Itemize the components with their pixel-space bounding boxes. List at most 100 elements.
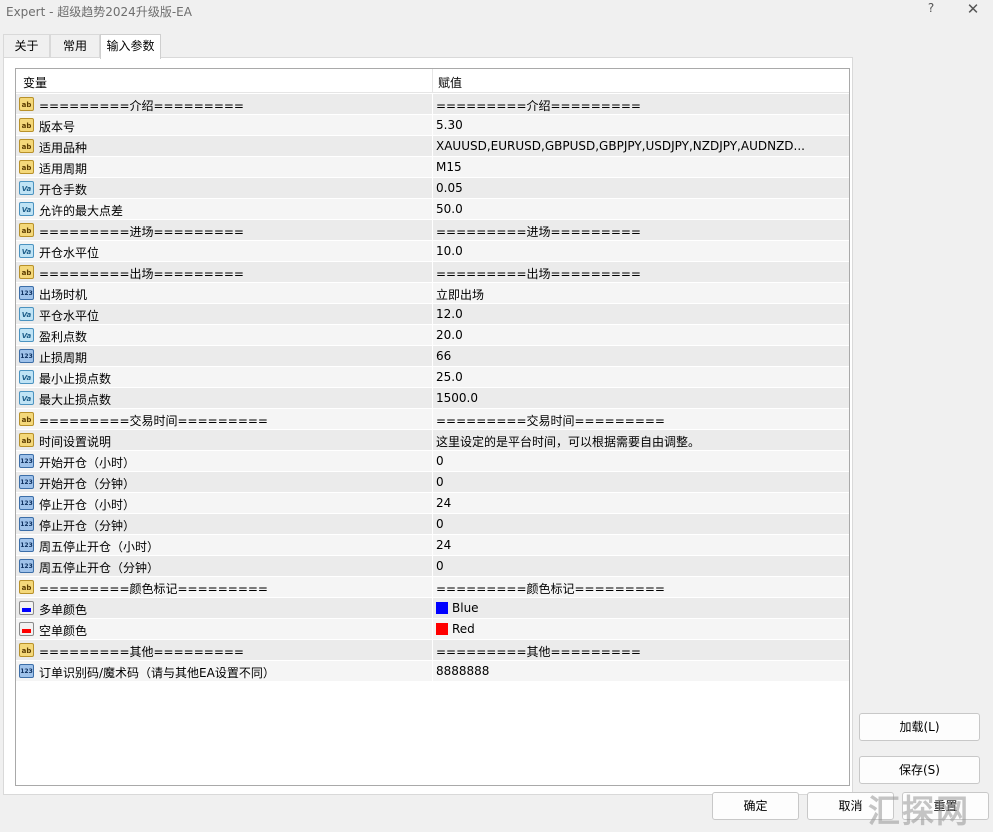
param-name: 出场时机	[39, 288, 88, 302]
table-row[interactable]: Va 最小止损点数 25.0	[16, 367, 849, 388]
column-divider	[432, 94, 433, 115]
column-divider	[432, 640, 433, 661]
param-value[interactable]: 20.0	[436, 328, 463, 342]
param-name: 周五停止开仓（分钟）	[39, 561, 160, 575]
param-value[interactable]: 25.0	[436, 370, 463, 384]
header-variable[interactable]: 变量	[23, 74, 47, 91]
color-value-text: Red	[452, 622, 475, 636]
integer-param-icon: 123	[19, 496, 34, 510]
table-row[interactable]: Va 允许的最大点差 50.0	[16, 199, 849, 220]
load-button[interactable]: 加载(L)	[859, 713, 980, 741]
param-name: 最小止损点数	[39, 372, 112, 386]
table-row[interactable]: 123 订单识别码/魔术码（请与其他EA设置不同） 8888888	[16, 661, 849, 682]
param-name: =========进场=========	[39, 225, 244, 239]
param-value[interactable]: 24	[436, 538, 451, 552]
param-value[interactable]: 立即出场	[436, 286, 484, 303]
double-param-icon: Va	[19, 181, 34, 195]
param-value[interactable]: 5.30	[436, 118, 463, 132]
table-row[interactable]: ab 适用周期 M15	[16, 157, 849, 178]
param-name: 平仓水平位	[39, 309, 100, 323]
param-value[interactable]: 0.05	[436, 181, 463, 195]
param-value[interactable]: 1500.0	[436, 391, 478, 405]
ok-button[interactable]: 确定	[712, 792, 799, 820]
param-value[interactable]: Blue	[436, 601, 479, 615]
table-row[interactable]: 123 停止开仓（小时） 24	[16, 493, 849, 514]
param-value[interactable]: =========出场=========	[436, 265, 641, 282]
table-row[interactable]: Va 平仓水平位 12.0	[16, 304, 849, 325]
param-name: =========其他=========	[39, 645, 244, 659]
param-name: 止损周期	[39, 351, 88, 365]
column-divider	[432, 178, 433, 199]
param-name: 停止开仓（小时）	[39, 498, 136, 512]
table-row[interactable]: 123 周五停止开仓（分钟） 0	[16, 556, 849, 577]
close-button[interactable]: ✕	[962, 0, 984, 20]
param-name: 适用周期	[39, 162, 88, 176]
table-row[interactable]: Va 开仓水平位 10.0	[16, 241, 849, 262]
table-row[interactable]: Va 最大止损点数 1500.0	[16, 388, 849, 409]
watermark-logo: 汇探网	[868, 792, 971, 830]
table-row[interactable]: ab =========出场========= =========出场=======…	[16, 262, 849, 283]
param-name: 时间设置说明	[39, 435, 112, 449]
param-value[interactable]: Red	[436, 622, 475, 636]
table-row[interactable]: 123 开始开仓（小时） 0	[16, 451, 849, 472]
param-value[interactable]: 24	[436, 496, 451, 510]
param-name: 开始开仓（分钟）	[39, 477, 136, 491]
table-row[interactable]: ab =========介绍========= =========介绍=======…	[16, 94, 849, 115]
column-divider	[432, 535, 433, 556]
param-name: 版本号	[39, 120, 76, 134]
param-value[interactable]: =========介绍=========	[436, 97, 641, 114]
param-value[interactable]: 这里设定的是平台时间，可以根据需要自由调整。	[436, 433, 700, 450]
param-value[interactable]: 0	[436, 517, 444, 531]
param-value[interactable]: 10.0	[436, 244, 463, 258]
table-row[interactable]: 多单颜色 Blue	[16, 598, 849, 619]
color-swatch-icon	[22, 608, 31, 612]
param-value[interactable]: 0	[436, 475, 444, 489]
table-row[interactable]: ab =========颜色标记========= =========颜色标记===…	[16, 577, 849, 598]
table-row[interactable]: ab =========其他========= =========其他=======…	[16, 640, 849, 661]
string-param-icon: ab	[19, 118, 34, 132]
integer-param-icon: 123	[19, 349, 34, 363]
string-param-icon: ab	[19, 265, 34, 279]
color-param-icon	[19, 601, 34, 615]
column-divider	[432, 115, 433, 136]
param-value[interactable]: =========其他=========	[436, 643, 641, 660]
param-value[interactable]: 50.0	[436, 202, 463, 216]
table-row[interactable]: 123 停止开仓（分钟） 0	[16, 514, 849, 535]
table-row[interactable]: 123 出场时机 立即出场	[16, 283, 849, 304]
table-row[interactable]: ab 适用品种 XAUUSD,EURUSD,GBPUSD,GBPJPY,USDJPY…	[16, 136, 849, 157]
header-separator[interactable]	[432, 69, 433, 93]
param-value[interactable]: 8888888	[436, 664, 489, 678]
param-value[interactable]: 0	[436, 559, 444, 573]
param-value[interactable]: =========交易时间=========	[436, 412, 665, 429]
parameters-table[interactable]: 变量 赋值 ab =========介绍========= =========介绍=…	[15, 68, 850, 786]
table-row[interactable]: 123 开始开仓（分钟） 0	[16, 472, 849, 493]
table-row[interactable]: Va 盈利点数 20.0	[16, 325, 849, 346]
tab-common[interactable]: 常用	[50, 34, 100, 58]
param-value[interactable]: XAUUSD,EURUSD,GBPUSD,GBPJPY,USDJPY,NZDJP…	[436, 139, 805, 153]
table-row[interactable]: 123 周五停止开仓（小时） 24	[16, 535, 849, 556]
param-value[interactable]: 66	[436, 349, 451, 363]
param-value[interactable]: 0	[436, 454, 444, 468]
table-row[interactable]: ab =========进场========= =========进场=======…	[16, 220, 849, 241]
save-button[interactable]: 保存(S)	[859, 756, 980, 784]
table-row[interactable]: Va 开仓手数 0.05	[16, 178, 849, 199]
table-row[interactable]: 123 止损周期 66	[16, 346, 849, 367]
color-param-icon	[19, 622, 34, 636]
table-row[interactable]: 空单颜色 Red	[16, 619, 849, 640]
param-value[interactable]: M15	[436, 160, 462, 174]
header-value[interactable]: 赋值	[438, 74, 462, 91]
param-value[interactable]: =========颜色标记=========	[436, 580, 665, 597]
table-row[interactable]: ab =========交易时间========= =========交易时间===…	[16, 409, 849, 430]
tab-inputs[interactable]: 输入参数	[100, 34, 161, 59]
param-value[interactable]: 12.0	[436, 307, 463, 321]
param-name: =========颜色标记=========	[39, 582, 268, 596]
table-row[interactable]: ab 时间设置说明 这里设定的是平台时间，可以根据需要自由调整。	[16, 430, 849, 451]
tab-about[interactable]: 关于	[3, 34, 50, 58]
help-button[interactable]: ?	[921, 1, 941, 19]
column-divider	[432, 283, 433, 304]
column-divider	[432, 619, 433, 640]
param-value[interactable]: =========进场=========	[436, 223, 641, 240]
string-param-icon: ab	[19, 580, 34, 594]
table-row[interactable]: ab 版本号 5.30	[16, 115, 849, 136]
integer-param-icon: 123	[19, 475, 34, 489]
